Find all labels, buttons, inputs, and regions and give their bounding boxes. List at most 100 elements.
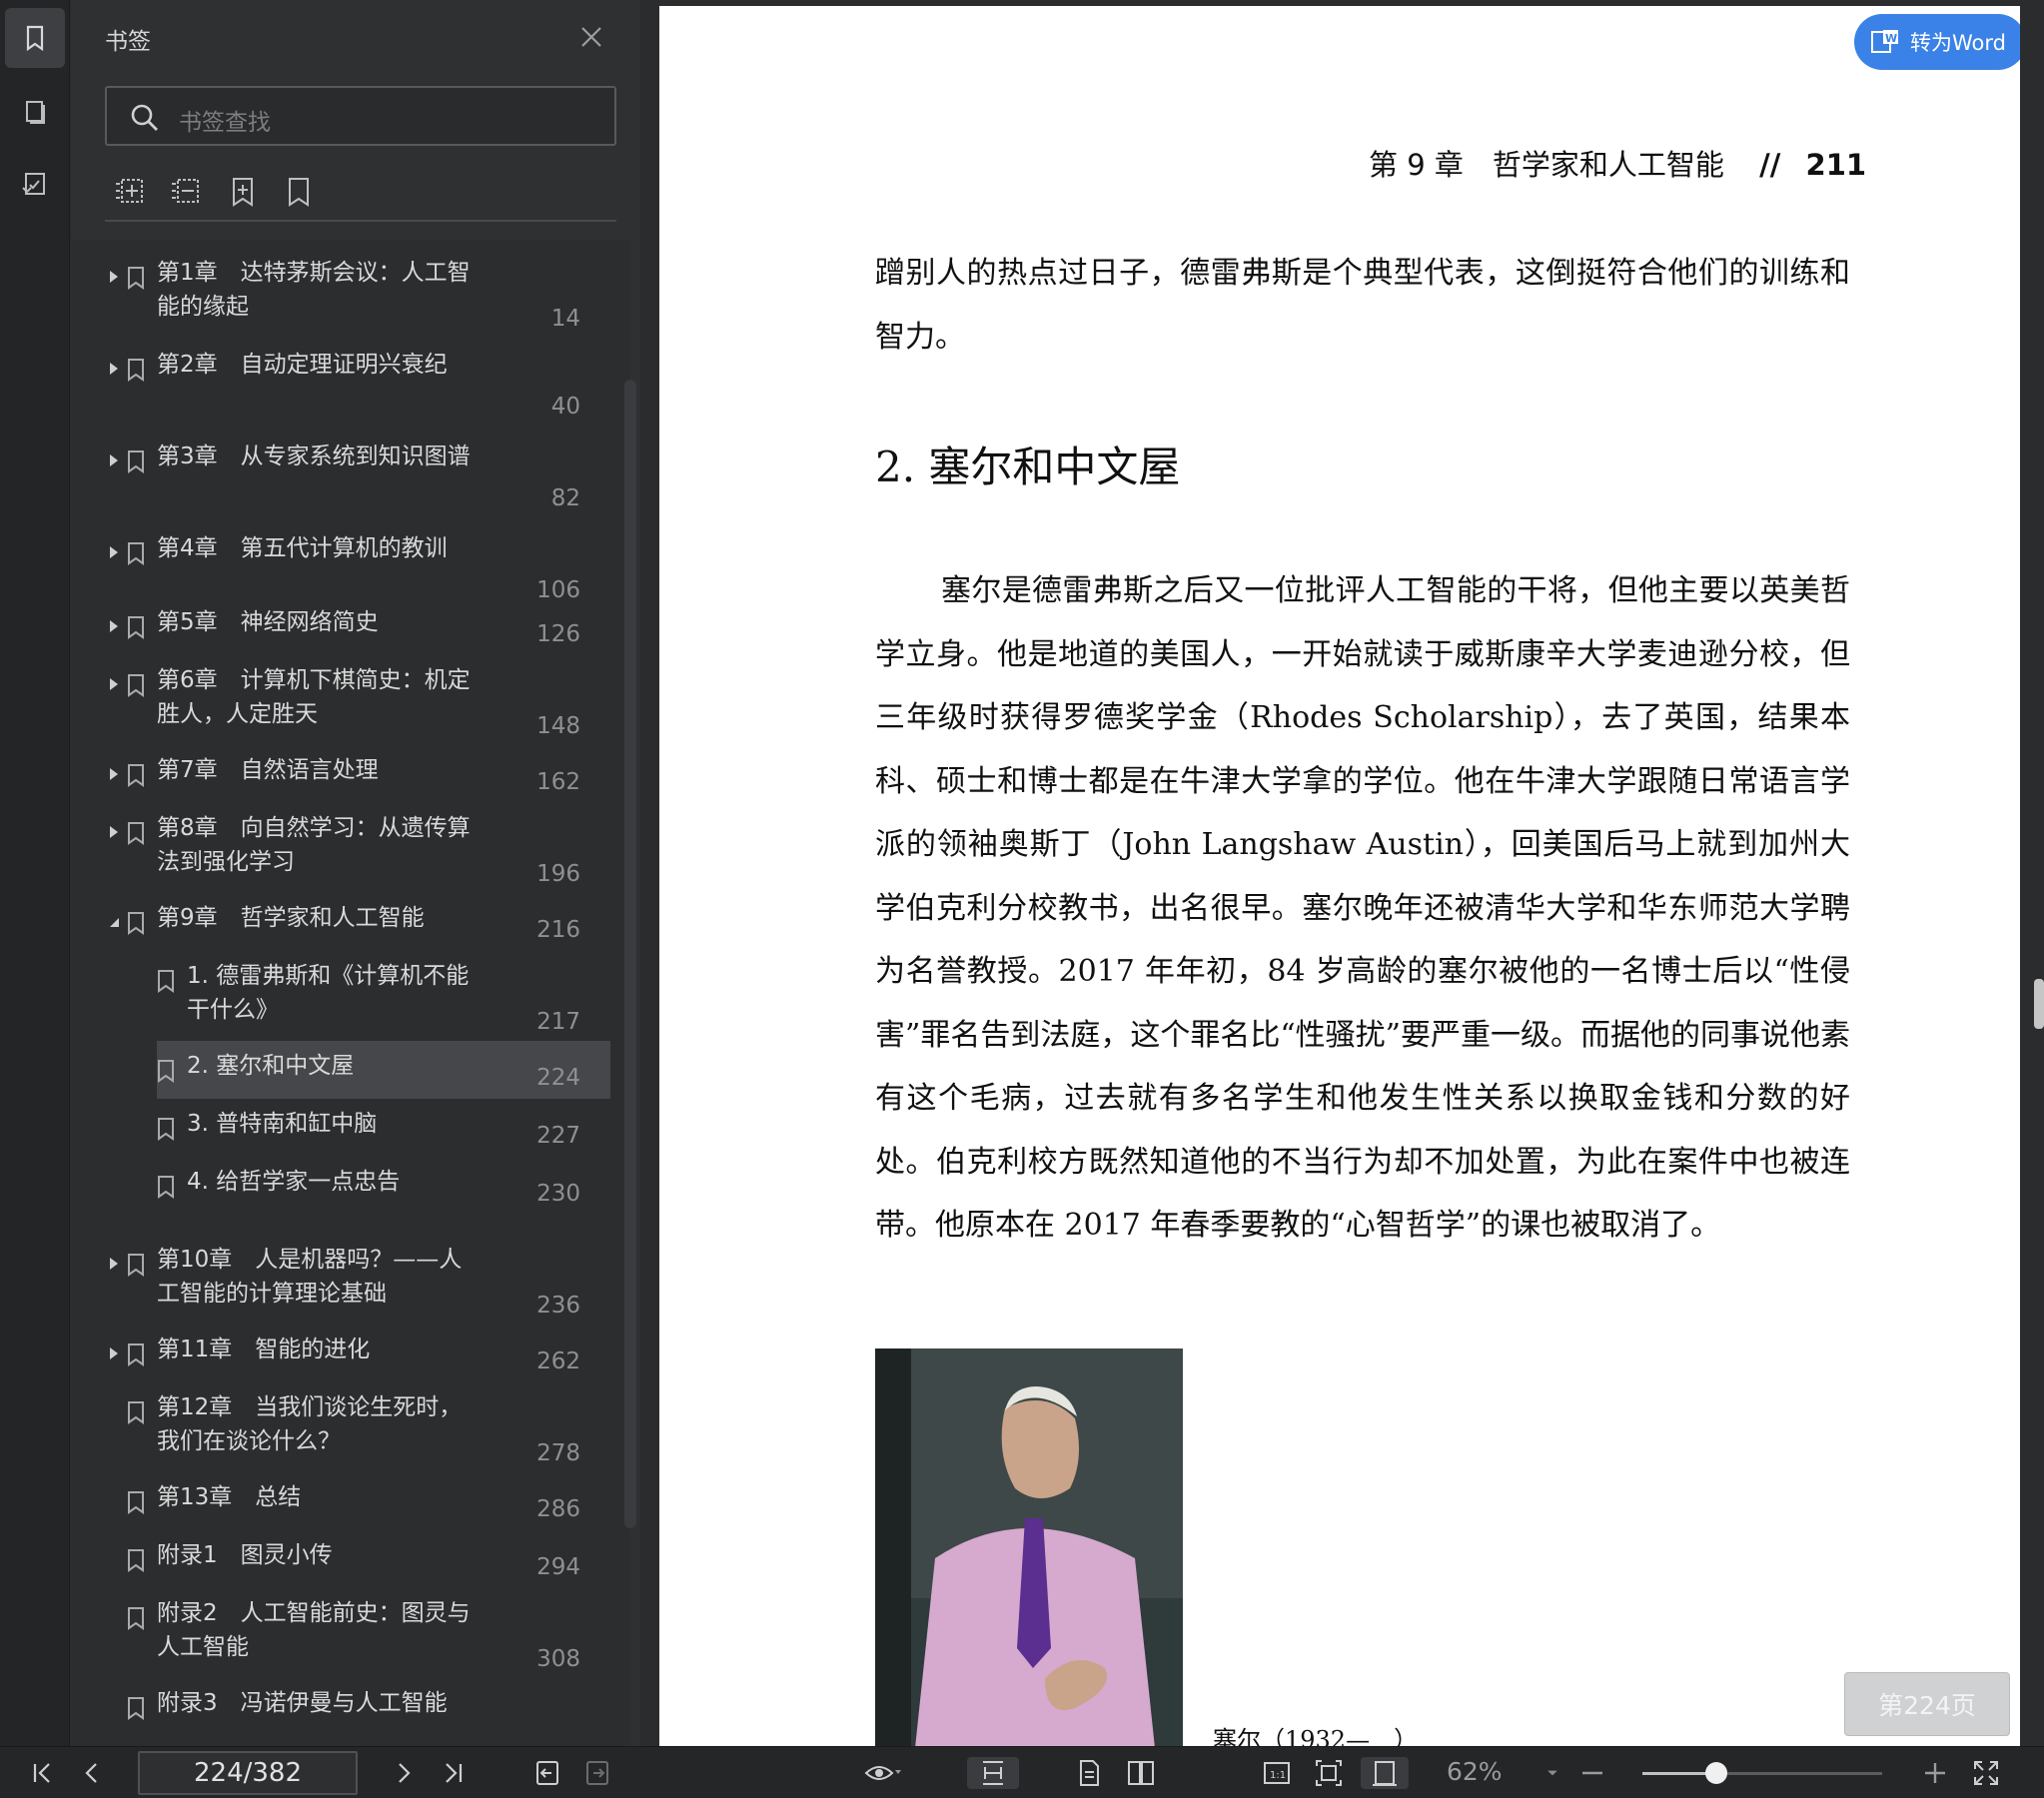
bookmark-scrollbar[interactable] (624, 380, 636, 1528)
collapsed-caret-icon[interactable] (107, 619, 121, 633)
search-placeholder: 书签查找 (179, 110, 271, 136)
bookmark-icon (128, 450, 144, 473)
last-page-button[interactable] (436, 1757, 472, 1789)
collapsed-caret-icon[interactable] (107, 1257, 121, 1271)
bookmark-icon (128, 1697, 144, 1720)
collapsed-caret-icon[interactable] (107, 677, 121, 691)
collapsed-caret-icon[interactable] (107, 767, 121, 781)
zoom-dropdown-button[interactable] (1538, 1757, 1566, 1789)
zoom-out-button[interactable] (1576, 1757, 1608, 1789)
bookmark-icon (128, 912, 144, 935)
document-scrollbar[interactable] (2034, 979, 2044, 1029)
bookmark-page-number: 217 (536, 1009, 580, 1035)
chevron-down-icon (1547, 1770, 1557, 1776)
single-page-button[interactable] (1069, 1757, 1109, 1789)
bookmark-search-input[interactable]: 书签查找 (105, 86, 616, 146)
fullscreen-button[interactable] (1968, 1757, 2004, 1789)
bookmark-page-number: 126 (536, 621, 580, 647)
bookmark-page-number: 262 (536, 1348, 580, 1374)
minus-icon (1582, 1771, 1602, 1775)
actual-size-button[interactable]: 1:1 (1257, 1757, 1297, 1789)
forward-navigation-button[interactable] (579, 1757, 615, 1789)
bookmark-icon (128, 267, 144, 290)
bookmark-page-number: 40 (550, 394, 580, 420)
bookmark-page-number: 224 (536, 1065, 580, 1091)
panel-title: 书签 (105, 29, 151, 55)
plus-icon (1925, 1763, 1945, 1783)
page-number-input[interactable]: 224/382 (138, 1751, 358, 1795)
bookmark-tab-button[interactable] (5, 8, 65, 68)
bookmark-icon (128, 359, 144, 382)
bookmark-icon (158, 1176, 174, 1199)
bookmark-label: 附录3 冯诺伊曼与人工智能 (157, 1690, 448, 1716)
word-convert-icon: W (1871, 30, 1898, 53)
collapsed-caret-icon[interactable] (107, 453, 121, 467)
previous-page-button[interactable] (74, 1757, 110, 1789)
zoom-in-button[interactable] (1918, 1757, 1952, 1789)
back-arrow-icon (536, 1761, 558, 1785)
collapsed-caret-icon[interactable] (107, 825, 121, 839)
bookmark-icon (26, 25, 44, 52)
fit-width-button[interactable] (1361, 1757, 1409, 1789)
bookmark-label: 附录1 图灵小传 (157, 1542, 333, 1568)
next-page-button[interactable] (386, 1757, 422, 1789)
back-navigation-button[interactable] (529, 1757, 565, 1789)
bookmark-page-number: 294 (536, 1554, 580, 1580)
collapsed-caret-icon[interactable] (107, 1347, 121, 1360)
bookmark-icon (128, 1401, 144, 1424)
bookmark-icon (128, 1254, 144, 1277)
expand-all-icon[interactable] (113, 174, 149, 210)
bookmark-label: 3. 普特南和缸中脑 (187, 1111, 378, 1137)
bookmark-outline-icon[interactable] (281, 174, 317, 210)
bookmark-icon (128, 616, 144, 639)
eye-protection-button[interactable] (857, 1757, 909, 1789)
bookmark-icon (128, 1491, 144, 1514)
collapsed-caret-icon[interactable] (107, 545, 121, 559)
bookmark-label: 第6章 计算机下棋简史：机定 胜人，人定胜天 (157, 667, 471, 727)
fit-page-button[interactable] (1309, 1757, 1349, 1789)
current-page-indicator: 第224页 (1844, 1672, 2010, 1736)
add-bookmark-icon[interactable] (225, 174, 261, 210)
continuous-scroll-button[interactable] (967, 1757, 1019, 1789)
bottom-toolbar: 224/382 1:1 62% (0, 1746, 2044, 1798)
bookmark-page-number: 106 (536, 577, 580, 603)
bookmark-label: 第9章 哲学家和人工智能 (157, 905, 425, 931)
bookmark-icon (158, 1118, 174, 1141)
first-page-button[interactable] (24, 1757, 60, 1789)
thumbnail-tab-button[interactable] (5, 82, 65, 142)
convert-to-word-label: 转为Word (1910, 31, 2006, 55)
bookmark-page-number: 216 (536, 917, 580, 943)
chevron-left-icon (85, 1763, 97, 1783)
collapsed-caret-icon[interactable] (107, 362, 121, 376)
bookmark-label: 第1章 达特茅斯会议：人工智 能的缘起 (157, 260, 471, 320)
bookmark-label: 第7章 自然语言处理 (157, 757, 379, 783)
close-icon[interactable] (576, 22, 606, 52)
convert-to-word-button[interactable]: W 转为Word (1854, 14, 2020, 70)
double-page-icon (1128, 1761, 1154, 1785)
actual-size-icon: 1:1 (1264, 1762, 1290, 1784)
double-page-button[interactable] (1121, 1757, 1161, 1789)
zoom-level[interactable]: 62% (1447, 1757, 1503, 1786)
zoom-slider-handle[interactable] (1705, 1762, 1728, 1784)
bookmark-label: 第12章 当我们谈论生死时， 我们在谈论什么？ (157, 1394, 463, 1454)
photo-caption: 塞尔（1932— ） (1213, 1726, 1419, 1746)
bookmark-icon (128, 1607, 144, 1630)
bookmark-page-number: 14 (550, 306, 580, 332)
search-icon (131, 104, 158, 131)
section-title: 2. 塞尔和中文屋 (875, 443, 1181, 491)
bookmark-page-number: 148 (536, 713, 580, 739)
bookmark-icon (128, 764, 144, 787)
bookmark-page-number: 82 (550, 485, 580, 511)
expanded-caret-icon[interactable] (107, 915, 121, 929)
collapse-all-icon[interactable] (169, 174, 205, 210)
collapsed-caret-icon[interactable] (107, 270, 121, 284)
bookmark-page-number: 162 (536, 769, 580, 795)
bookmark-page-number: 236 (536, 1293, 580, 1319)
bookmark-page-number: 230 (536, 1181, 580, 1207)
panel-divider (105, 220, 616, 222)
chevron-right-icon (399, 1763, 411, 1783)
eye-icon (864, 1766, 901, 1780)
first-page-icon (33, 1763, 50, 1783)
bookmark-icon (158, 1060, 174, 1083)
annotation-tab-button[interactable] (5, 154, 65, 214)
